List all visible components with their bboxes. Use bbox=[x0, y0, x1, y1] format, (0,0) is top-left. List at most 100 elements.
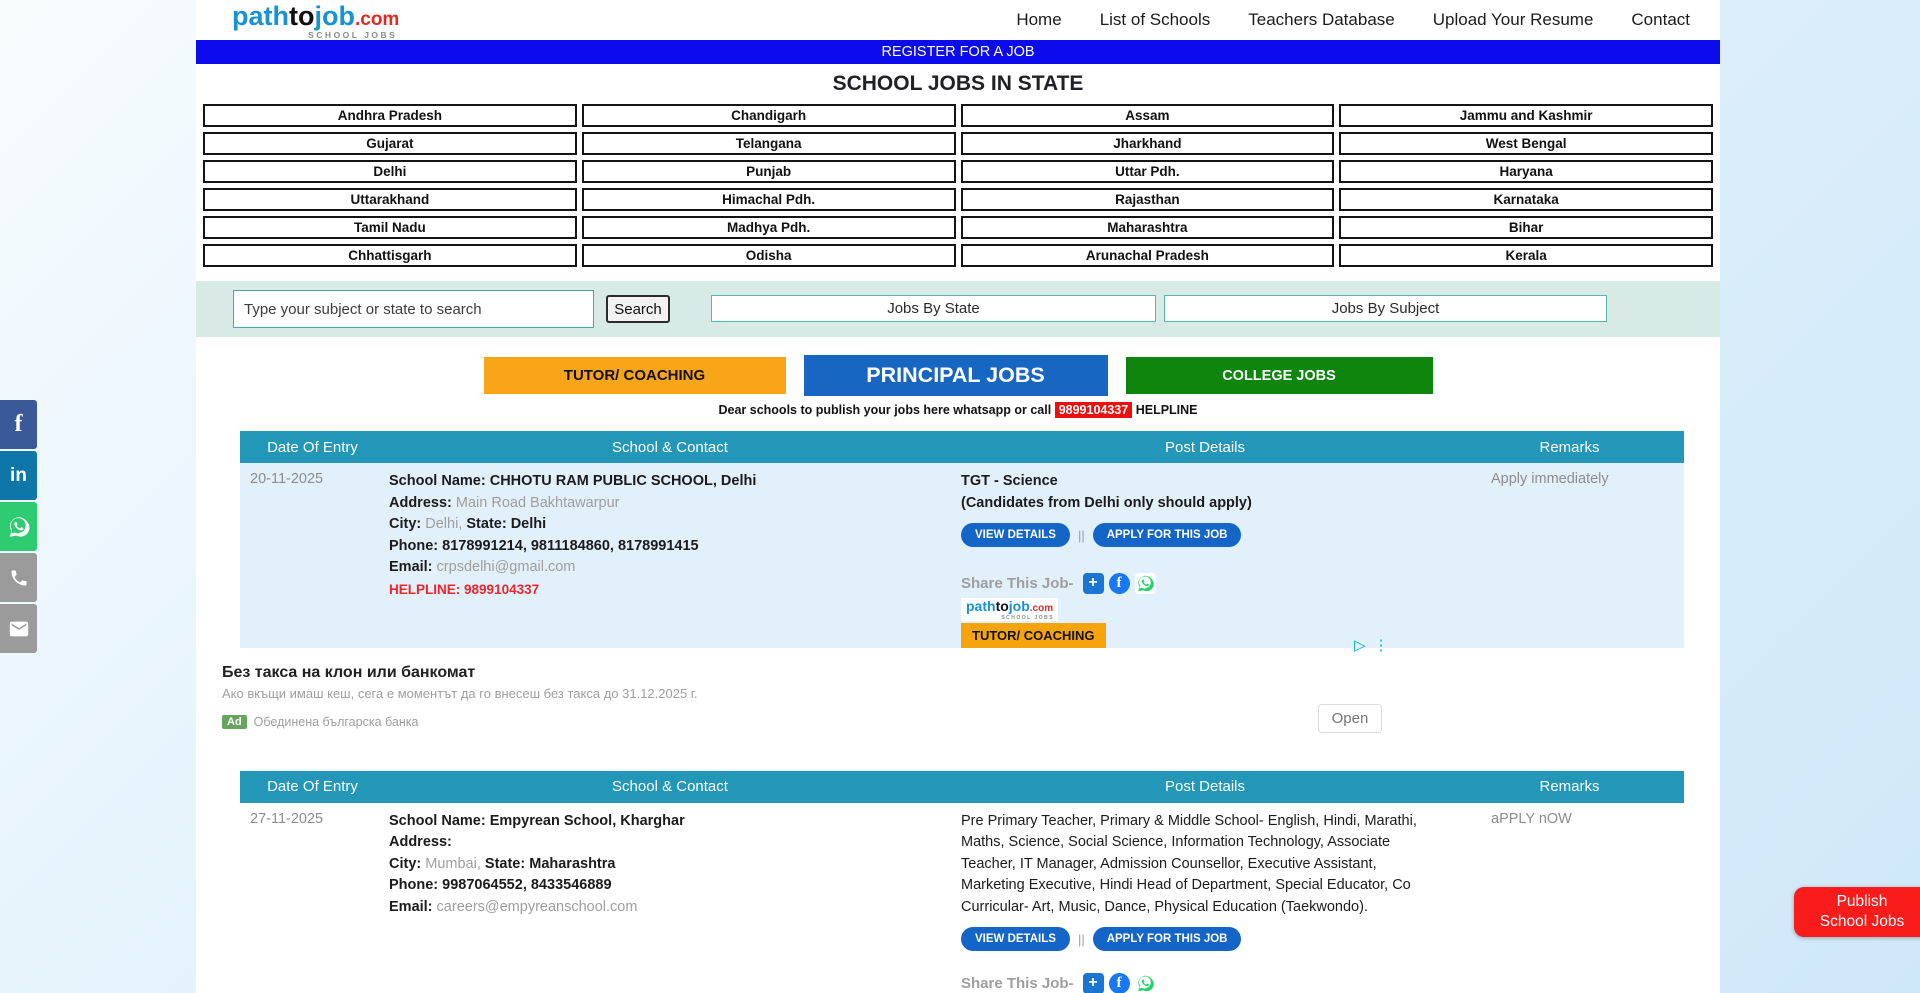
phone-label: Phone: bbox=[389, 877, 438, 893]
jobs-by-state-select[interactable]: Jobs By State bbox=[711, 295, 1156, 322]
adchoices-icon[interactable]: ▷ bbox=[1354, 636, 1366, 654]
logo-part: to bbox=[289, 1, 314, 31]
state-button-himachal-pdh[interactable]: Himachal Pdh. bbox=[582, 188, 956, 211]
jobs-by-subject-select[interactable]: Jobs By Subject bbox=[1164, 295, 1607, 322]
ad-open-button[interactable]: Open bbox=[1318, 704, 1382, 733]
pill-separator: || bbox=[1078, 932, 1085, 947]
state-button-uttarakhand[interactable]: Uttarakhand bbox=[203, 188, 577, 211]
share-icon[interactable]: + bbox=[1083, 973, 1104, 993]
logo-part: path bbox=[966, 598, 996, 614]
helpline-suffix: HELPLINE bbox=[1136, 403, 1198, 417]
school-name-value: CHHOTU RAM PUBLIC SCHOOL, Delhi bbox=[490, 473, 757, 489]
job-category-tag[interactable]: TUTOR/ COACHING bbox=[961, 623, 1106, 648]
post-title: TGT - Science bbox=[961, 471, 1455, 493]
state-button-tamil-nadu[interactable]: Tamil Nadu bbox=[203, 216, 577, 239]
state-button-west-bengal[interactable]: West Bengal bbox=[1339, 132, 1713, 155]
state-button-rajasthan[interactable]: Rajasthan bbox=[961, 188, 1335, 211]
share-label: Share This Job- bbox=[961, 975, 1074, 992]
top-bar: pathtojob.com SCHOOL JOBS Home List of S… bbox=[196, 0, 1720, 40]
publish-line1: Publish bbox=[1837, 893, 1888, 910]
state-button-madhya-pdh[interactable]: Madhya Pdh. bbox=[582, 216, 956, 239]
linkedin-share-button[interactable]: in bbox=[0, 451, 37, 500]
search-section: Search Jobs By State Jobs By Subject bbox=[196, 281, 1720, 337]
phone-call-button[interactable] bbox=[0, 553, 37, 602]
header-remarks: Remarks bbox=[1455, 439, 1684, 456]
facebook-share-button[interactable]: f bbox=[0, 400, 37, 449]
facebook-icon[interactable]: f bbox=[1109, 973, 1130, 993]
view-details-button[interactable]: VIEW DETAILS bbox=[961, 523, 1070, 547]
view-details-button[interactable]: VIEW DETAILS bbox=[961, 927, 1070, 951]
publish-line2: School Jobs bbox=[1820, 913, 1904, 930]
logo-tagline: SCHOOL JOBS bbox=[1001, 616, 1054, 621]
state-button-jharkhand[interactable]: Jharkhand bbox=[961, 132, 1335, 155]
linkedin-icon: in bbox=[10, 465, 27, 487]
ad-menu-icon[interactable]: ⋮ bbox=[1374, 636, 1389, 654]
nav-list-of-schools[interactable]: List of Schools bbox=[1100, 10, 1211, 30]
state-button-haryana[interactable]: Haryana bbox=[1339, 160, 1713, 183]
ad-title[interactable]: Без такса на клон или банкомат bbox=[222, 664, 475, 682]
header-remarks: Remarks bbox=[1455, 778, 1684, 795]
state-button-telangana[interactable]: Telangana bbox=[582, 132, 956, 155]
job-post-details: TGT - Science (Candidates from Delhi onl… bbox=[955, 471, 1455, 648]
state-button-arunachal-pradesh[interactable]: Arunachal Pradesh bbox=[961, 244, 1335, 267]
address-value: Main Road Bakhtawarpur bbox=[456, 495, 620, 511]
state-button-odisha[interactable]: Odisha bbox=[582, 244, 956, 267]
facebook-icon: f bbox=[15, 411, 23, 438]
state-button-bihar[interactable]: Bihar bbox=[1339, 216, 1713, 239]
state-value: Maharashtra bbox=[529, 856, 615, 872]
college-jobs-button[interactable]: COLLEGE JOBS bbox=[1126, 357, 1433, 394]
job-remarks: aPPLY nOW bbox=[1455, 811, 1684, 993]
register-banner[interactable]: REGISTER FOR A JOB bbox=[196, 40, 1720, 64]
tutor-coaching-button[interactable]: TUTOR/ COACHING bbox=[484, 357, 786, 394]
state-button-gujarat[interactable]: Gujarat bbox=[203, 132, 577, 155]
table-row: 27-11-2025 School Name: Empyrean School,… bbox=[240, 803, 1684, 993]
share-label: Share This Job- bbox=[961, 575, 1074, 592]
logo-part: .com bbox=[355, 9, 399, 30]
school-name-label: School Name: bbox=[389, 813, 486, 829]
job-post-details: Pre Primary Teacher, Primary & Middle Sc… bbox=[955, 811, 1455, 993]
social-sidebar: f in bbox=[0, 400, 37, 655]
nav-home[interactable]: Home bbox=[1016, 10, 1061, 30]
state-button-kerala[interactable]: Kerala bbox=[1339, 244, 1713, 267]
share-row: Share This Job- + f bbox=[961, 973, 1455, 993]
phone-label: Phone: bbox=[389, 538, 438, 554]
search-button[interactable]: Search bbox=[606, 295, 670, 323]
whatsapp-share-button[interactable] bbox=[0, 502, 37, 551]
whatsapp-icon[interactable] bbox=[1135, 573, 1156, 594]
email-button[interactable] bbox=[0, 604, 37, 653]
site-logo[interactable]: pathtojob.com SCHOOL JOBS bbox=[232, 3, 399, 38]
publish-school-jobs-button[interactable]: Publish School Jobs bbox=[1794, 887, 1920, 937]
logo-part: .com bbox=[1030, 603, 1053, 614]
logo-part: job bbox=[1009, 598, 1030, 614]
header-post: Post Details bbox=[955, 439, 1455, 456]
facebook-icon[interactable]: f bbox=[1109, 573, 1130, 594]
ad-banner: ▷ ⋮ Без такса на клон или банкомат Ако в… bbox=[196, 648, 1720, 771]
city-value: Mumbai, bbox=[425, 856, 481, 872]
state-button-chandigarh[interactable]: Chandigarh bbox=[582, 104, 956, 127]
ad-badge[interactable]: Ad bbox=[222, 715, 247, 729]
state-button-punjab[interactable]: Punjab bbox=[582, 160, 956, 183]
search-input[interactable] bbox=[233, 290, 594, 328]
nav-contact[interactable]: Contact bbox=[1631, 10, 1690, 30]
state-label: State: bbox=[485, 856, 525, 872]
state-button-uttar-pdh[interactable]: Uttar Pdh. bbox=[961, 160, 1335, 183]
nav-upload-resume[interactable]: Upload Your Resume bbox=[1433, 10, 1594, 30]
share-row: Share This Job- + f bbox=[961, 573, 1455, 594]
share-icon[interactable]: + bbox=[1083, 573, 1104, 594]
email-value: crpsdelhi@gmail.com bbox=[437, 559, 576, 575]
whatsapp-icon[interactable] bbox=[1135, 973, 1156, 993]
state-button-andhra-pradesh[interactable]: Andhra Pradesh bbox=[203, 104, 577, 127]
apply-job-button[interactable]: APPLY FOR THIS JOB bbox=[1093, 927, 1242, 951]
state-button-jammu-kashmir[interactable]: Jammu and Kashmir bbox=[1339, 104, 1713, 127]
email-label: Email: bbox=[389, 559, 433, 575]
principal-jobs-button[interactable]: PRINCIPAL JOBS bbox=[804, 355, 1108, 396]
pill-separator: || bbox=[1078, 528, 1085, 543]
state-button-assam[interactable]: Assam bbox=[961, 104, 1335, 127]
nav-teachers-database[interactable]: Teachers Database bbox=[1248, 10, 1394, 30]
helpline-line: Dear schools to publish your jobs here w… bbox=[196, 403, 1720, 419]
state-button-maharashtra[interactable]: Maharashtra bbox=[961, 216, 1335, 239]
state-button-karnataka[interactable]: Karnataka bbox=[1339, 188, 1713, 211]
state-button-chhattisgarh[interactable]: Chhattisgarh bbox=[203, 244, 577, 267]
apply-job-button[interactable]: APPLY FOR THIS JOB bbox=[1093, 523, 1242, 547]
state-button-delhi[interactable]: Delhi bbox=[203, 160, 577, 183]
